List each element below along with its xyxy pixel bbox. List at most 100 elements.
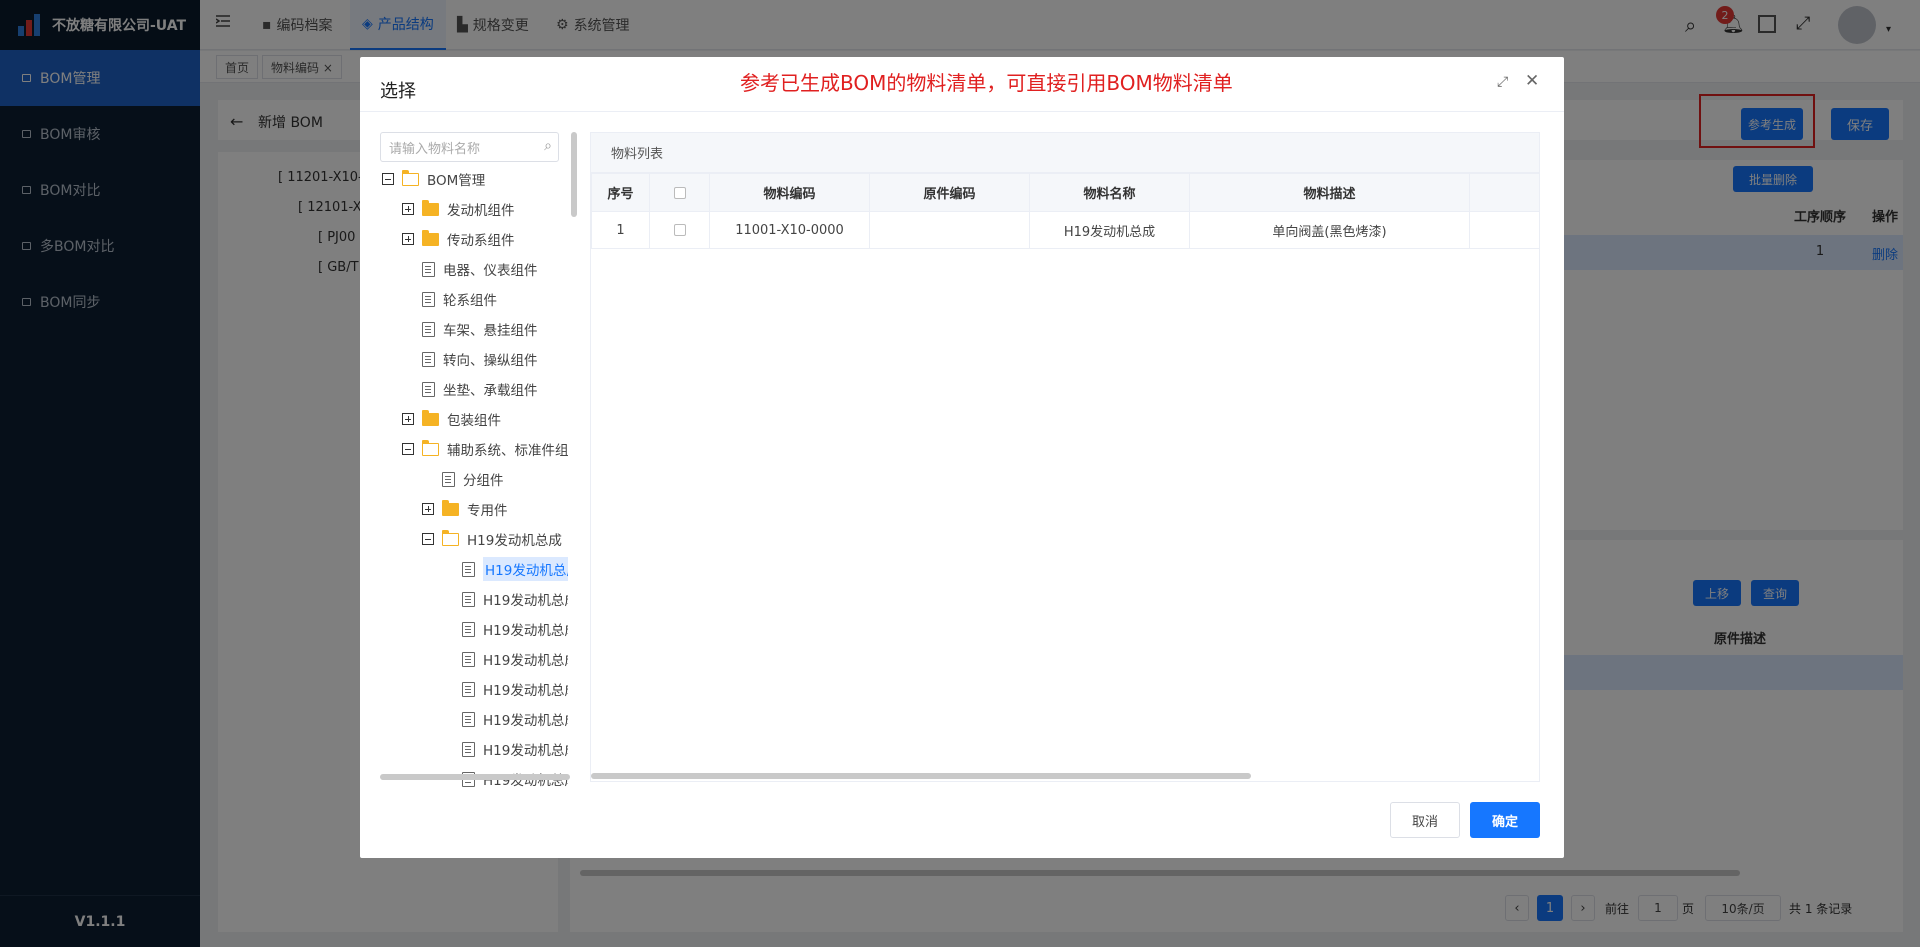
expand-icon[interactable]	[402, 413, 414, 425]
folder-icon	[442, 499, 459, 516]
material-horizontal-scrollbar[interactable]	[591, 773, 1251, 779]
tree-node[interactable]: 辅助系统、标准件组	[402, 435, 568, 463]
tree-node[interactable]: H19发动机总成	[462, 615, 568, 643]
tree-node[interactable]: 传动系组件	[402, 225, 515, 253]
tree-node-label: 专用件	[467, 503, 508, 519]
tree-node-selected[interactable]: H19发动机总成	[462, 555, 568, 583]
tree-node[interactable]: 坐垫、承载组件	[422, 375, 538, 403]
folder-open-icon	[421, 439, 439, 456]
tree-node[interactable]: H19发动机总成	[462, 585, 568, 613]
document-icon	[422, 381, 435, 397]
row-index: 1	[591, 211, 650, 249]
tree-node-label: 传动系组件	[447, 233, 515, 249]
tree-node-label: H19发动机总成	[483, 653, 568, 669]
cancel-button[interactable]: 取消	[1390, 802, 1460, 838]
folder-icon	[422, 229, 439, 246]
tree-node-label: 分组件	[463, 473, 504, 489]
collapse-icon[interactable]	[422, 533, 434, 545]
column-header-material-code: 物料编码	[709, 173, 870, 212]
document-icon	[422, 291, 435, 307]
search-icon: ⌕	[544, 138, 552, 154]
annotation-text: 参考已生成BOM的物料清单，可直接引用BOM物料清单	[740, 71, 1233, 95]
material-list-title: 物料列表	[591, 133, 1539, 173]
table-row[interactable]: 1 11001-X10-0000 H19发动机总成 单向阀盖(黑色烤漆)	[591, 211, 1540, 249]
document-icon	[462, 651, 475, 667]
expand-icon[interactable]	[422, 503, 434, 515]
column-header-index: 序号	[591, 173, 650, 212]
column-header-description: 物料描述	[1189, 173, 1470, 212]
footer-divider	[360, 800, 1564, 801]
tree-vertical-scrollbar[interactable]	[571, 132, 577, 217]
tree-node-label: 电器、仪表组件	[443, 263, 538, 279]
row-material-name: H19发动机总成	[1029, 211, 1190, 249]
document-icon	[462, 621, 475, 637]
column-header-more	[1469, 173, 1540, 212]
tree-node-label: 转向、操纵组件	[443, 353, 538, 369]
row-checkbox[interactable]	[649, 211, 710, 249]
tree-node[interactable]: H19发动机总成	[462, 735, 568, 763]
checkbox-icon[interactable]	[673, 186, 686, 199]
tree-node-label: H19发动机总成	[483, 743, 568, 759]
document-icon	[442, 471, 455, 487]
tree-node-label: H19发动机总成	[483, 593, 568, 609]
tree-node[interactable]: 包装组件	[402, 405, 501, 433]
divider	[360, 111, 1564, 112]
tree-node[interactable]: 转向、操纵组件	[422, 345, 538, 373]
row-material-code: 11001-X10-0000	[709, 211, 870, 249]
material-search-input[interactable]: 请输入物料名称 ⌕	[380, 132, 559, 162]
tree-node[interactable]: H19发动机总成	[422, 525, 562, 553]
close-icon[interactable]: ✕	[1525, 71, 1539, 91]
column-header-original-code: 原件编码	[869, 173, 1030, 212]
material-list-panel: 物料列表 序号 物料编码 原件编码 物料名称 物料描述 1 11001-X10-…	[590, 132, 1540, 782]
tree-node[interactable]: 发动机组件	[402, 195, 515, 223]
row-extra	[1469, 211, 1540, 249]
tree-node-label: H19发动机总成	[483, 557, 568, 581]
tree-node-label: 发动机组件	[447, 203, 515, 219]
folder-open-icon	[441, 529, 459, 546]
maximize-icon[interactable]: ⤢	[1497, 74, 1508, 90]
expand-icon[interactable]	[402, 203, 414, 215]
document-icon	[462, 561, 475, 577]
row-original-code	[869, 211, 1030, 249]
tree-node[interactable]: 电器、仪表组件	[422, 255, 538, 283]
tree-node-label: 坐垫、承载组件	[443, 383, 538, 399]
material-table: 序号 物料编码 原件编码 物料名称 物料描述 1 11001-X10-0000 …	[591, 173, 1540, 249]
document-icon	[422, 261, 435, 277]
tree-node[interactable]: 分组件	[442, 465, 504, 493]
document-icon	[462, 681, 475, 697]
tree-node-label: 车架、悬挂组件	[443, 323, 538, 339]
folder-open-icon	[401, 169, 419, 186]
document-icon	[462, 741, 475, 757]
tree-node-label: H19发动机总成	[483, 713, 568, 729]
tree-node-label: H19发动机总成	[483, 623, 568, 639]
tree-node-label: H19发动机总成	[483, 683, 568, 699]
collapse-icon[interactable]	[402, 443, 414, 455]
folder-icon	[422, 199, 439, 216]
tree-node[interactable]: 专用件	[422, 495, 508, 523]
confirm-button[interactable]: 确定	[1470, 802, 1540, 838]
tree-node[interactable]: H19发动机总成	[462, 645, 568, 673]
tree-node[interactable]: H19发动机总成	[462, 705, 568, 733]
tree-node-label: 轮系组件	[443, 293, 497, 309]
collapse-icon[interactable]	[382, 173, 394, 185]
checkbox-icon[interactable]	[673, 224, 686, 236]
tree-node[interactable]: 车架、悬挂组件	[422, 315, 538, 343]
tree-node[interactable]: 轮系组件	[422, 285, 497, 313]
tree-node[interactable]: H19发动机总成	[462, 675, 568, 703]
tree-horizontal-scrollbar[interactable]	[380, 774, 570, 780]
tree-node-label: BOM管理	[427, 173, 486, 189]
document-icon	[422, 321, 435, 337]
tree-node-label: 辅助系统、标准件组	[447, 443, 568, 459]
tree-node-root[interactable]: BOM管理	[382, 165, 485, 193]
select-dialog: 选择 参考已生成BOM的物料清单，可直接引用BOM物料清单 ⤢ ✕ 请输入物料名…	[360, 57, 1564, 858]
document-icon	[462, 711, 475, 727]
tree-node-label: 包装组件	[447, 413, 501, 429]
bom-tree: BOM管理 发动机组件 传动系组件 电器、仪表组件 轮系组件 车架、悬挂组件 转…	[380, 165, 568, 835]
column-header-material-name: 物料名称	[1029, 173, 1190, 212]
document-icon	[422, 351, 435, 367]
document-icon	[462, 591, 475, 607]
folder-icon	[422, 409, 439, 426]
select-all-checkbox[interactable]	[649, 173, 710, 212]
dialog-title: 选择	[380, 81, 416, 102]
expand-icon[interactable]	[402, 233, 414, 245]
